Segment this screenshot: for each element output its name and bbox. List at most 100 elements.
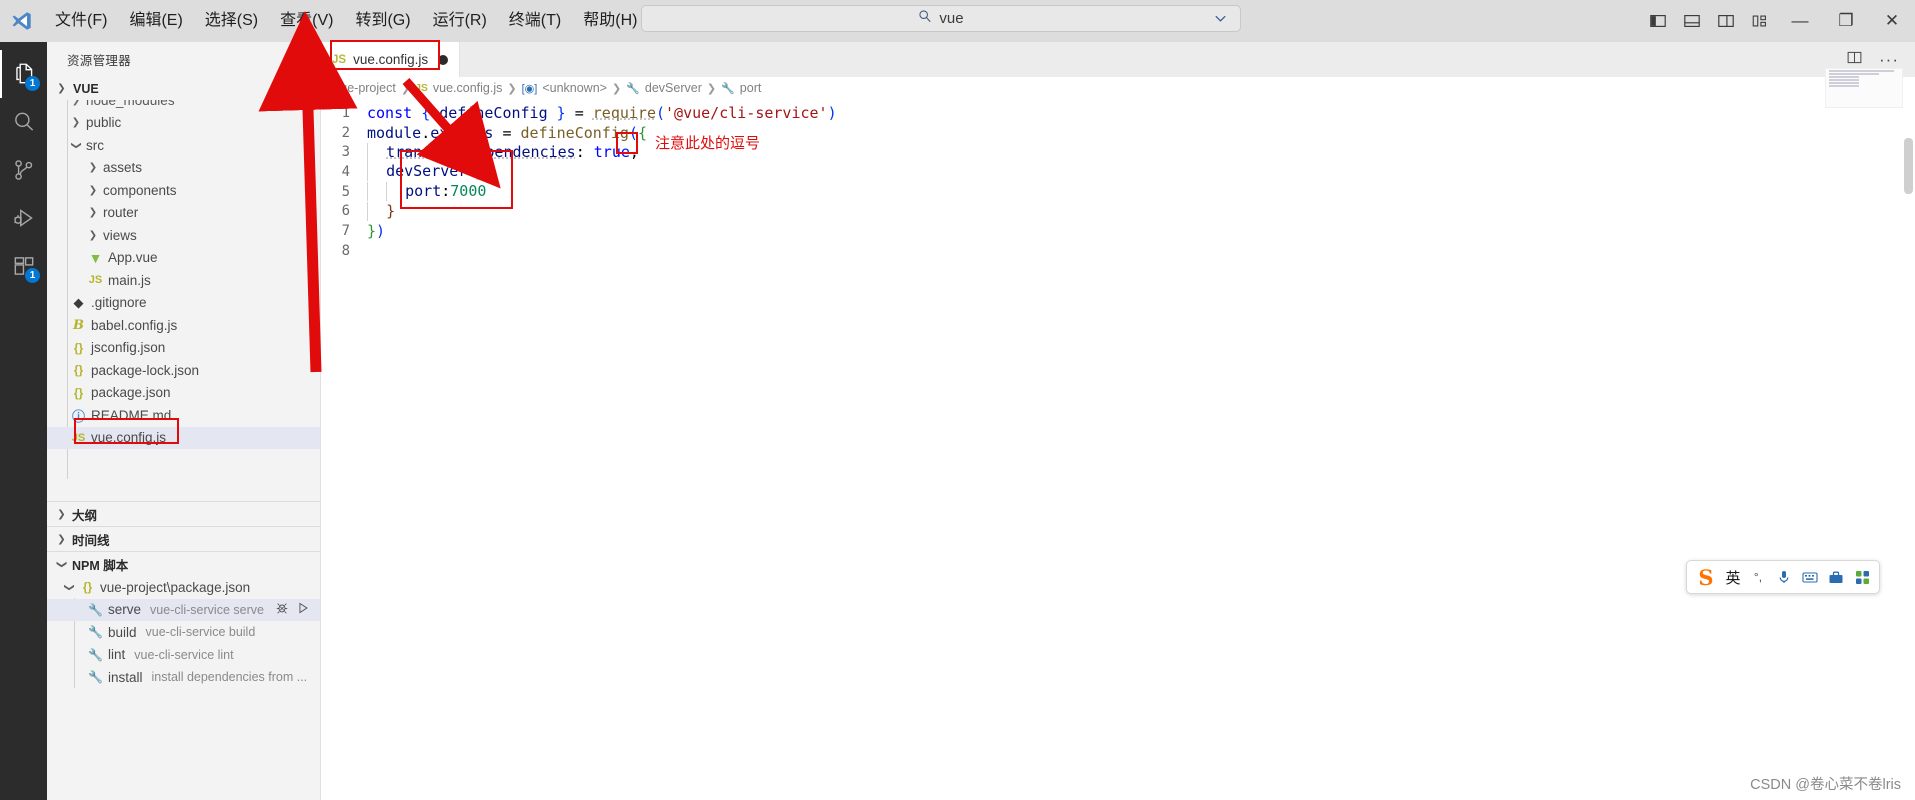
punctuation-icon[interactable]: °, [1745,562,1771,592]
tree-item-views[interactable]: ❯ views [47,224,320,247]
tree-item-components[interactable]: ❯ components [47,179,320,202]
layout-sidebar-right-icon[interactable] [1709,0,1743,42]
tree-item-router[interactable]: ❯ router [47,202,320,225]
breadcrumb-item-port[interactable]: port [740,81,762,95]
sidebar-item-search[interactable] [0,98,47,146]
title-bar-right: — ❐ ✕ [1641,0,1915,42]
tree-item-.gitignore[interactable]: ◆ .gitignore [47,292,320,315]
sogou-logo-icon[interactable]: S [1691,562,1721,592]
dirty-indicator-icon[interactable] [438,54,449,65]
debug-bug-icon[interactable] [275,601,289,618]
tab-label: vue.config.js [353,52,429,67]
tree-item-src[interactable]: ❯ src [47,134,320,157]
code-line-1[interactable]: 1 const { defineConfig } = require('@vue… [321,103,1915,123]
chevron-down-icon[interactable] [1213,11,1228,29]
chevron-right-icon: ❯ [706,82,717,95]
code-line-5[interactable]: 5 port:7000 [321,182,1915,202]
toolbox-icon[interactable] [1823,562,1849,592]
code-line-2[interactable]: 2 module.exports = defineConfig({ [321,123,1915,143]
chevron-right-icon: ❯ [71,100,81,106]
window-restore-button[interactable]: ❐ [1823,0,1869,42]
sidebar-item-run-debug[interactable] [0,194,47,242]
activity-bar: 1 1 [0,42,47,800]
tree-item-public[interactable]: ❯ public [47,112,320,135]
git-file-icon: ◆ [73,294,84,310]
vscode-logo-icon [0,0,44,42]
ellipsis-icon[interactable]: ··· [287,51,312,69]
tree-item-App.vue[interactable]: ▼ App.vue [47,247,320,270]
code-editor[interactable]: 1 const { defineConfig } = require('@vue… [321,99,1915,261]
layout-grid-icon[interactable] [1743,0,1777,42]
chevron-right-icon: ❯ [88,207,98,219]
menu-selection[interactable]: 选择(S) [194,0,269,42]
sidebar-header: 资源管理器 ··· [47,42,320,77]
tree-item-label: public [86,115,122,131]
menu-file[interactable]: 文件(F) [44,0,118,42]
npm-script-build[interactable]: 🔧 build vue-cli-service build [47,621,320,644]
ime-language-toggle[interactable]: 英 [1721,567,1745,588]
json-file-icon: {} [73,363,84,378]
npm-package-item[interactable]: ❯ {} vue-project\package.json [47,576,320,599]
code-line-3[interactable]: 3 transpileDependencies: true, [321,142,1915,162]
sidebar-item-explorer[interactable]: 1 [0,50,47,98]
menu-view[interactable]: 查看(V) [269,0,344,42]
editor-scrollbar[interactable] [1904,138,1913,194]
minimap[interactable] [1825,68,1903,108]
ime-toolbar: S 英 °, [1686,560,1880,594]
microphone-icon[interactable] [1771,562,1797,592]
tree-item-jsconfig.json[interactable]: {} jsconfig.json [47,337,320,360]
menu-terminal[interactable]: 终端(T) [498,0,572,42]
code-line-6[interactable]: 6 } [321,201,1915,221]
watermark: CSDN @卷心菜不卷lris [1750,777,1901,793]
code-line-text: port:7000 [367,182,486,202]
menu-go[interactable]: 转到(G) [344,0,421,42]
keyboard-icon[interactable] [1797,562,1823,592]
layout-sidebar-left-icon[interactable] [1641,0,1675,42]
code-line-7[interactable]: 7 }) [321,221,1915,241]
title-bar: 文件(F) 编辑(E) 选择(S) 查看(V) 转到(G) 运行(R) 终端(T… [0,0,1915,42]
grid-icon[interactable] [1849,562,1875,592]
npm-script-install[interactable]: 🔧 install install dependencies from ... [47,666,320,689]
breadcrumb-item-folder[interactable]: vue-project [334,81,396,95]
ellipsis-icon[interactable]: ··· [1879,50,1899,70]
command-center[interactable]: vue [641,5,1241,32]
code-line-4[interactable]: 4 devServer:{ [321,162,1915,182]
tree-item-label: babel.config.js [91,317,178,333]
chevron-right-icon: ❯ [71,117,81,129]
window-minimize-button[interactable]: — [1777,0,1823,42]
menu-help[interactable]: 帮助(H) [572,0,648,42]
code-line-8[interactable]: 8 [321,241,1915,261]
tree-item-label: components [103,182,177,198]
panel-timeline[interactable]: ❯ 时间线 [47,526,320,551]
panel-outline[interactable]: ❯ 大纲 [47,501,320,526]
window-close-button[interactable]: ✕ [1869,0,1915,42]
npm-script-lint[interactable]: 🔧 lint vue-cli-service lint [47,644,320,667]
search-icon [918,9,932,28]
chevron-down-icon: ❯ [56,559,67,569]
layout-panel-icon[interactable] [1675,0,1709,42]
panel-npm-scripts-label: NPM 脚本 [72,558,129,573]
sidebar-item-extensions[interactable]: 1 [0,242,47,290]
sidebar-item-source-control[interactable] [0,146,47,194]
tab-vue-config-js[interactable]: JS vue.config.js [321,42,461,77]
menu-bar[interactable]: 文件(F) 编辑(E) 选择(S) 查看(V) 转到(G) 运行(R) 终端(T… [44,0,648,42]
tree-item-package-lock.json[interactable]: {} package-lock.json [47,359,320,382]
workspace-root-vue[interactable]: ❯ VUE [47,77,320,100]
npm-script-serve[interactable]: 🔧 serve vue-cli-service serve [47,598,320,621]
panel-npm-scripts[interactable]: ❯ NPM 脚本 [47,551,320,576]
tree-item-vue.config.js[interactable]: JS vue.config.js [47,426,320,449]
tree-item-label: main.js [108,272,151,288]
run-play-icon[interactable] [296,601,310,618]
tree-item-label: node_modules [86,100,175,108]
tree-item-babel.config.js[interactable]: B babel.config.js [47,314,320,337]
tree-item-main.js[interactable]: JS main.js [47,269,320,292]
tree-item-package.json[interactable]: {} package.json [47,382,320,405]
tree-item-assets[interactable]: ❯ assets [47,157,320,180]
breadcrumb-item-file[interactable]: vue.config.js [433,81,502,95]
breadcrumb-item-devserver[interactable]: devServer [645,81,702,95]
menu-edit[interactable]: 编辑(E) [118,0,193,42]
tree-item-README.md[interactable]: ⓘ README.md [47,404,320,427]
menu-run[interactable]: 运行(R) [422,0,498,42]
breadcrumb-item-unknown[interactable]: <unknown> [542,81,607,95]
tree-item-node_modules[interactable]: ❯ node_modules [47,100,320,112]
